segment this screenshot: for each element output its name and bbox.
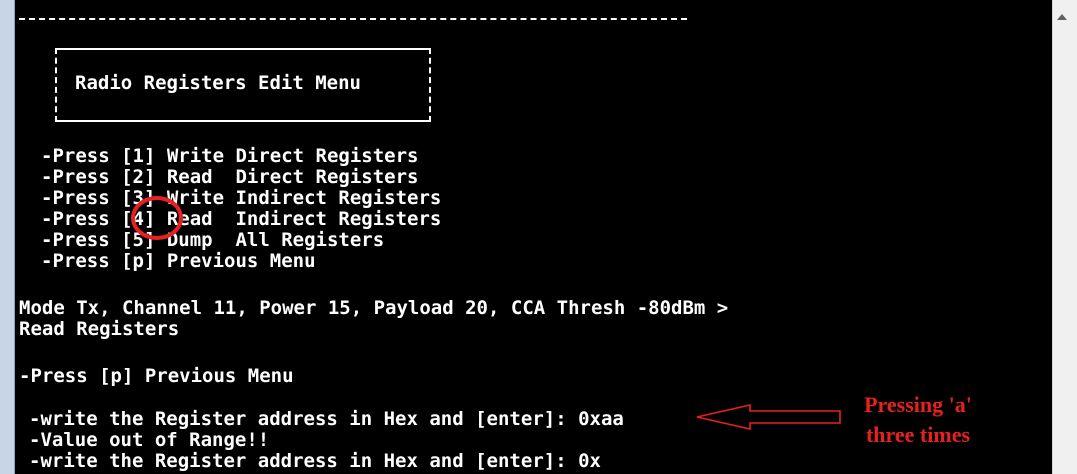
annotation-line-2: three times: [865, 422, 971, 447]
previous-menu-line: -Press [p] Previous Menu: [19, 365, 294, 387]
menu-title: Radio Registers Edit Menu: [75, 72, 361, 94]
vertical-scrollbar[interactable]: [1052, 0, 1077, 474]
menu-item-6: -Press [p] Previous Menu: [41, 250, 316, 272]
session-line-2: -Value out of Range!!: [29, 429, 270, 451]
scroll-up-arrow-icon[interactable]: [1057, 14, 1067, 20]
menu-item-5: -Press [5] Dump All Registers: [41, 229, 385, 251]
highlight-circle: [131, 196, 183, 240]
menu-item-2: -Press [2] Read Direct Registers: [41, 166, 419, 188]
menu-item-1: -Press [1] Write Direct Registers: [41, 145, 419, 167]
menu-item-3: -Press [3] Write Indirect Registers: [41, 187, 442, 209]
annotation-line-1: Pressing 'a': [864, 392, 972, 417]
session-line-1: -write the Register address in Hex and […: [29, 408, 624, 430]
menu-title-box: Radio Registers Edit Menu: [55, 48, 431, 122]
menu-item-4: -Press [4] Read Indirect Registers: [41, 208, 442, 230]
separator-line: [19, 18, 687, 20]
session-line-3: -write the Register address in Hex and […: [29, 450, 601, 472]
window-frame-left: [0, 0, 15, 474]
annotation-label: Pressing 'a' three times: [848, 390, 988, 450]
left-arrow-icon: [696, 403, 841, 431]
status-line: Mode Tx, Channel 11, Power 15, Payload 2…: [19, 297, 729, 319]
status-action: Read Registers: [19, 318, 180, 340]
